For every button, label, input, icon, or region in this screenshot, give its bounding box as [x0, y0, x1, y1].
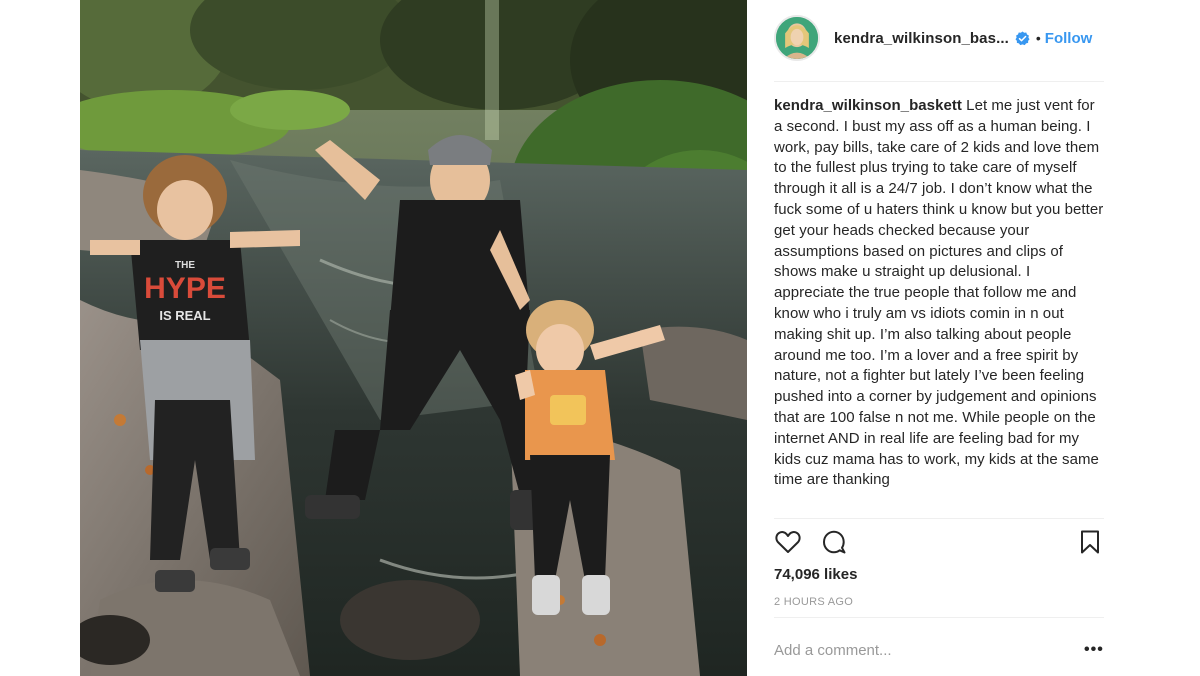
verified-badge-icon — [1015, 30, 1030, 45]
shirt-text-is-real: IS REAL — [159, 308, 210, 323]
comment-bubble-icon — [823, 530, 846, 554]
comments-divider — [774, 617, 1104, 618]
shirt-text-the: THE — [175, 260, 195, 271]
comment-button[interactable] — [820, 528, 848, 556]
bookmark-icon — [1081, 530, 1099, 554]
caption-divider — [774, 518, 1104, 519]
more-options-button[interactable]: ••• — [1084, 641, 1104, 659]
follow-button[interactable]: Follow — [1045, 30, 1093, 47]
caption-username-link[interactable]: kendra_wilkinson_baskett — [774, 97, 962, 114]
post-timestamp[interactable]: 2 HOURS AGO — [774, 596, 853, 608]
like-button[interactable] — [774, 528, 802, 556]
post-caption: kendra_wilkinson_baskett Let me just ven… — [774, 96, 1104, 491]
likes-count[interactable]: 74,096 likes — [774, 566, 857, 583]
header-divider — [774, 81, 1104, 82]
username-link[interactable]: kendra_wilkinson_bas... — [834, 30, 1009, 47]
caption-container: kendra_wilkinson_baskett Let me just ven… — [774, 96, 1104, 518]
avatar[interactable] — [774, 15, 820, 61]
post-header: kendra_wilkinson_bas... • Follow — [774, 14, 1104, 62]
header-separator: • — [1035, 30, 1041, 46]
shirt-text-hype: HYPE — [144, 272, 226, 305]
add-comment-input[interactable] — [774, 640, 1064, 660]
save-button[interactable] — [1076, 528, 1104, 556]
post-actions — [774, 528, 1104, 556]
heart-icon — [775, 531, 801, 553]
post-photo[interactable]: THE HYPE IS REAL — [80, 0, 747, 676]
caption-text: Let me just vent for a second. I bust my… — [774, 97, 1104, 489]
post-sidebar: kendra_wilkinson_bas... • Follow kendra_… — [747, 0, 1120, 676]
